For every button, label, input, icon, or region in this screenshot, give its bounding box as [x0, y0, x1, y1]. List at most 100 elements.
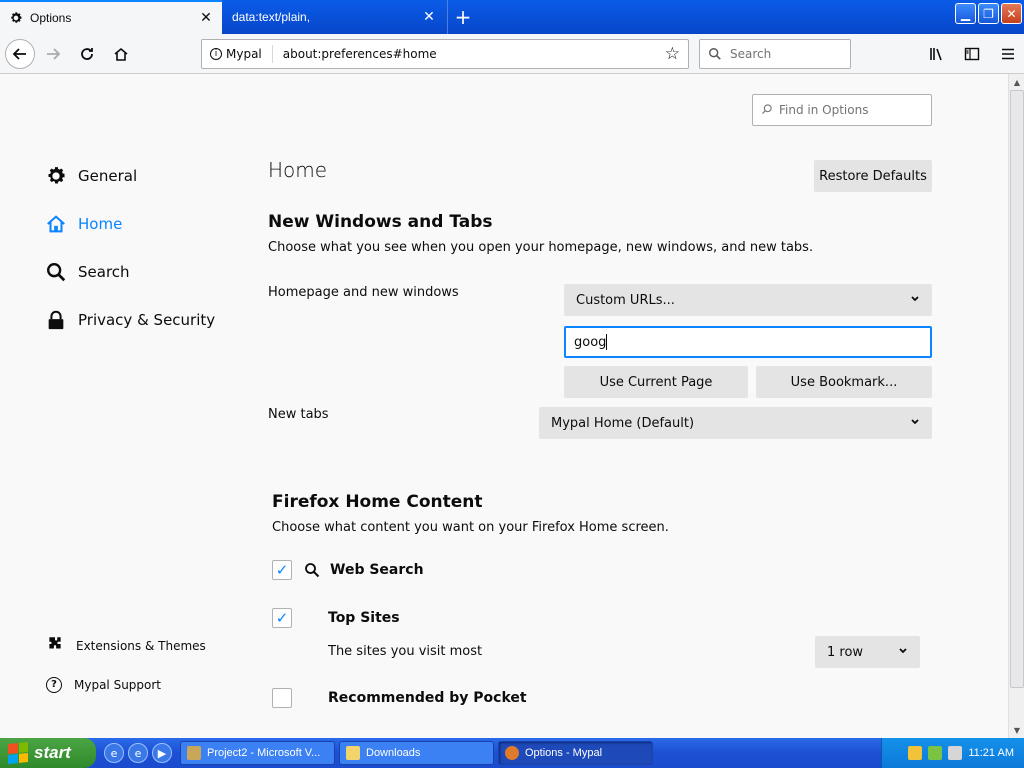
top-sites-rows-select[interactable]: 1 row [815, 636, 920, 668]
section-desc-new-windows: Choose what you see when you open your h… [268, 240, 814, 255]
section-title-new-windows: New Windows and Tabs [268, 212, 493, 232]
reload-button[interactable] [71, 38, 103, 70]
top-sites-checkbox[interactable]: ✓ [272, 608, 292, 628]
home-button[interactable] [105, 38, 137, 70]
close-tab-icon[interactable]: ✕ [421, 9, 437, 25]
menu-button[interactable] [992, 38, 1024, 70]
search-bar[interactable]: Search [699, 39, 851, 69]
folder-icon [346, 746, 360, 760]
window-controls: ▁ ❐ ✕ [955, 3, 1022, 24]
sidebar-button[interactable] [956, 38, 988, 70]
start-label: start [34, 743, 71, 762]
identity-label: Mypal [226, 47, 262, 61]
page-scrollbar[interactable]: ▲ ▼ [1008, 74, 1024, 738]
sidebar-item-privacy[interactable]: Privacy & Security [44, 296, 215, 344]
sidebar-item-label: Privacy & Security [78, 311, 216, 329]
sidebar-item-home[interactable]: Home [44, 200, 215, 248]
rows-select-value: 1 row [827, 644, 864, 660]
minimize-button[interactable]: ▁ [955, 3, 976, 24]
find-placeholder: Find in Options [779, 103, 869, 117]
url-bar[interactable]: i Mypal about:preferences#home ☆ [201, 39, 689, 69]
section-title-home-content: Firefox Home Content [272, 492, 483, 512]
sidebar-item-general[interactable]: General [44, 152, 215, 200]
restore-defaults-button[interactable]: Restore Defaults [814, 160, 932, 192]
tab-options[interactable]: Options ✕ [0, 0, 222, 34]
search-icon [44, 260, 68, 284]
security-shield-icon[interactable] [908, 746, 923, 760]
toolbar-right [916, 38, 1024, 70]
close-tab-icon[interactable]: ✕ [198, 10, 214, 26]
home-icon [114, 47, 128, 61]
volume-icon[interactable] [948, 746, 963, 760]
tab-data-text[interactable]: data:text/plain, ✕ [222, 0, 448, 34]
plus-icon: + [454, 5, 472, 29]
windows-taskbar: start e e ▶ Project2 - Microsoft V... Do… [0, 738, 1024, 768]
scroll-thumb[interactable] [1010, 90, 1024, 688]
back-button[interactable] [5, 38, 35, 69]
system-tray: 11:21 AM [881, 738, 1024, 768]
checkmark-icon: ✓ [275, 609, 289, 627]
preferences-page: Find in Options General Home Search Priv… [0, 74, 1008, 738]
section-desc-home-content: Choose what content you want on your Fir… [272, 520, 669, 535]
close-window-button[interactable]: ✕ [1001, 3, 1022, 24]
start-button[interactable]: start [0, 738, 96, 768]
browser-icon[interactable]: e [128, 743, 148, 763]
home-icon [44, 212, 68, 236]
site-identity[interactable]: i Mypal [210, 45, 273, 63]
url-text: about:preferences#home [282, 47, 437, 61]
sidebar-item-label: Home [78, 215, 123, 233]
sidebar-item-search[interactable]: Search [44, 248, 215, 296]
chevron-down-icon [910, 293, 920, 308]
info-icon: i [210, 48, 222, 60]
taskbar-window-options[interactable]: Options - Mypal [498, 741, 653, 765]
sidebar-item-extensions[interactable]: Extensions & Themes [46, 626, 206, 665]
restore-button[interactable]: ❐ [978, 3, 999, 24]
tab-strip: Options ✕ data:text/plain, ✕ + ▁ ❐ ✕ [0, 0, 1024, 34]
arrow-right-icon [47, 47, 61, 60]
arrow-left-icon [12, 47, 26, 60]
network-icon[interactable] [928, 746, 943, 760]
pocket-checkbox[interactable] [272, 688, 292, 708]
chevron-down-icon [910, 416, 920, 431]
internet-explorer-icon[interactable]: e [104, 743, 124, 763]
search-icon [305, 563, 320, 578]
new-tabs-select[interactable]: Mypal Home (Default) [539, 407, 932, 439]
sidebar-item-label: General [78, 167, 138, 185]
tab-title: Options [30, 11, 72, 25]
windows-logo-icon [8, 741, 28, 765]
use-current-page-button[interactable]: Use Current Page [564, 366, 748, 398]
taskbar-window-project2[interactable]: Project2 - Microsoft V... [180, 741, 335, 765]
sidebar-item-support[interactable]: ? Mypal Support [46, 665, 206, 704]
find-in-options-input[interactable]: Find in Options [752, 94, 932, 126]
reload-icon [81, 47, 93, 60]
mypal-icon [505, 746, 519, 760]
use-bookmark-button[interactable]: Use Bookmark... [756, 366, 932, 398]
search-placeholder: Search [730, 47, 772, 61]
homepage-select[interactable]: Custom URLs... [564, 284, 932, 316]
top-sites-label: Top Sites [328, 610, 400, 626]
web-search-option: Web Search [304, 560, 424, 580]
media-player-icon[interactable]: ▶ [152, 743, 172, 763]
navigation-toolbar: i Mypal about:preferences#home ☆ Search [0, 34, 1024, 74]
lock-icon [44, 308, 68, 332]
forward-button[interactable] [37, 38, 69, 70]
new-tab-button[interactable]: + [448, 0, 478, 34]
sidebar-item-label: Extensions & Themes [76, 638, 206, 653]
scroll-down-arrow-icon[interactable]: ▼ [1009, 722, 1024, 738]
new-tabs-label: New tabs [268, 407, 329, 422]
library-button[interactable] [920, 38, 952, 70]
taskbar-window-downloads[interactable]: Downloads [339, 741, 494, 765]
hamburger-icon [1002, 48, 1014, 60]
bookmark-star-icon[interactable]: ☆ [665, 44, 680, 64]
homepage-url-value: goog [574, 334, 607, 350]
page-title: Home [268, 158, 328, 182]
scroll-up-arrow-icon[interactable]: ▲ [1009, 74, 1024, 90]
web-search-checkbox[interactable]: ✓ [272, 560, 292, 580]
help-icon: ? [46, 676, 62, 693]
library-icon [930, 48, 942, 61]
pocket-label: Recommended by Pocket [328, 690, 527, 706]
preferences-sidebar: General Home Search Privacy & Security [44, 152, 215, 344]
tab-title: data:text/plain, [232, 10, 311, 24]
homepage-url-input[interactable]: goog [564, 326, 932, 358]
visual-basic-icon [187, 746, 201, 760]
